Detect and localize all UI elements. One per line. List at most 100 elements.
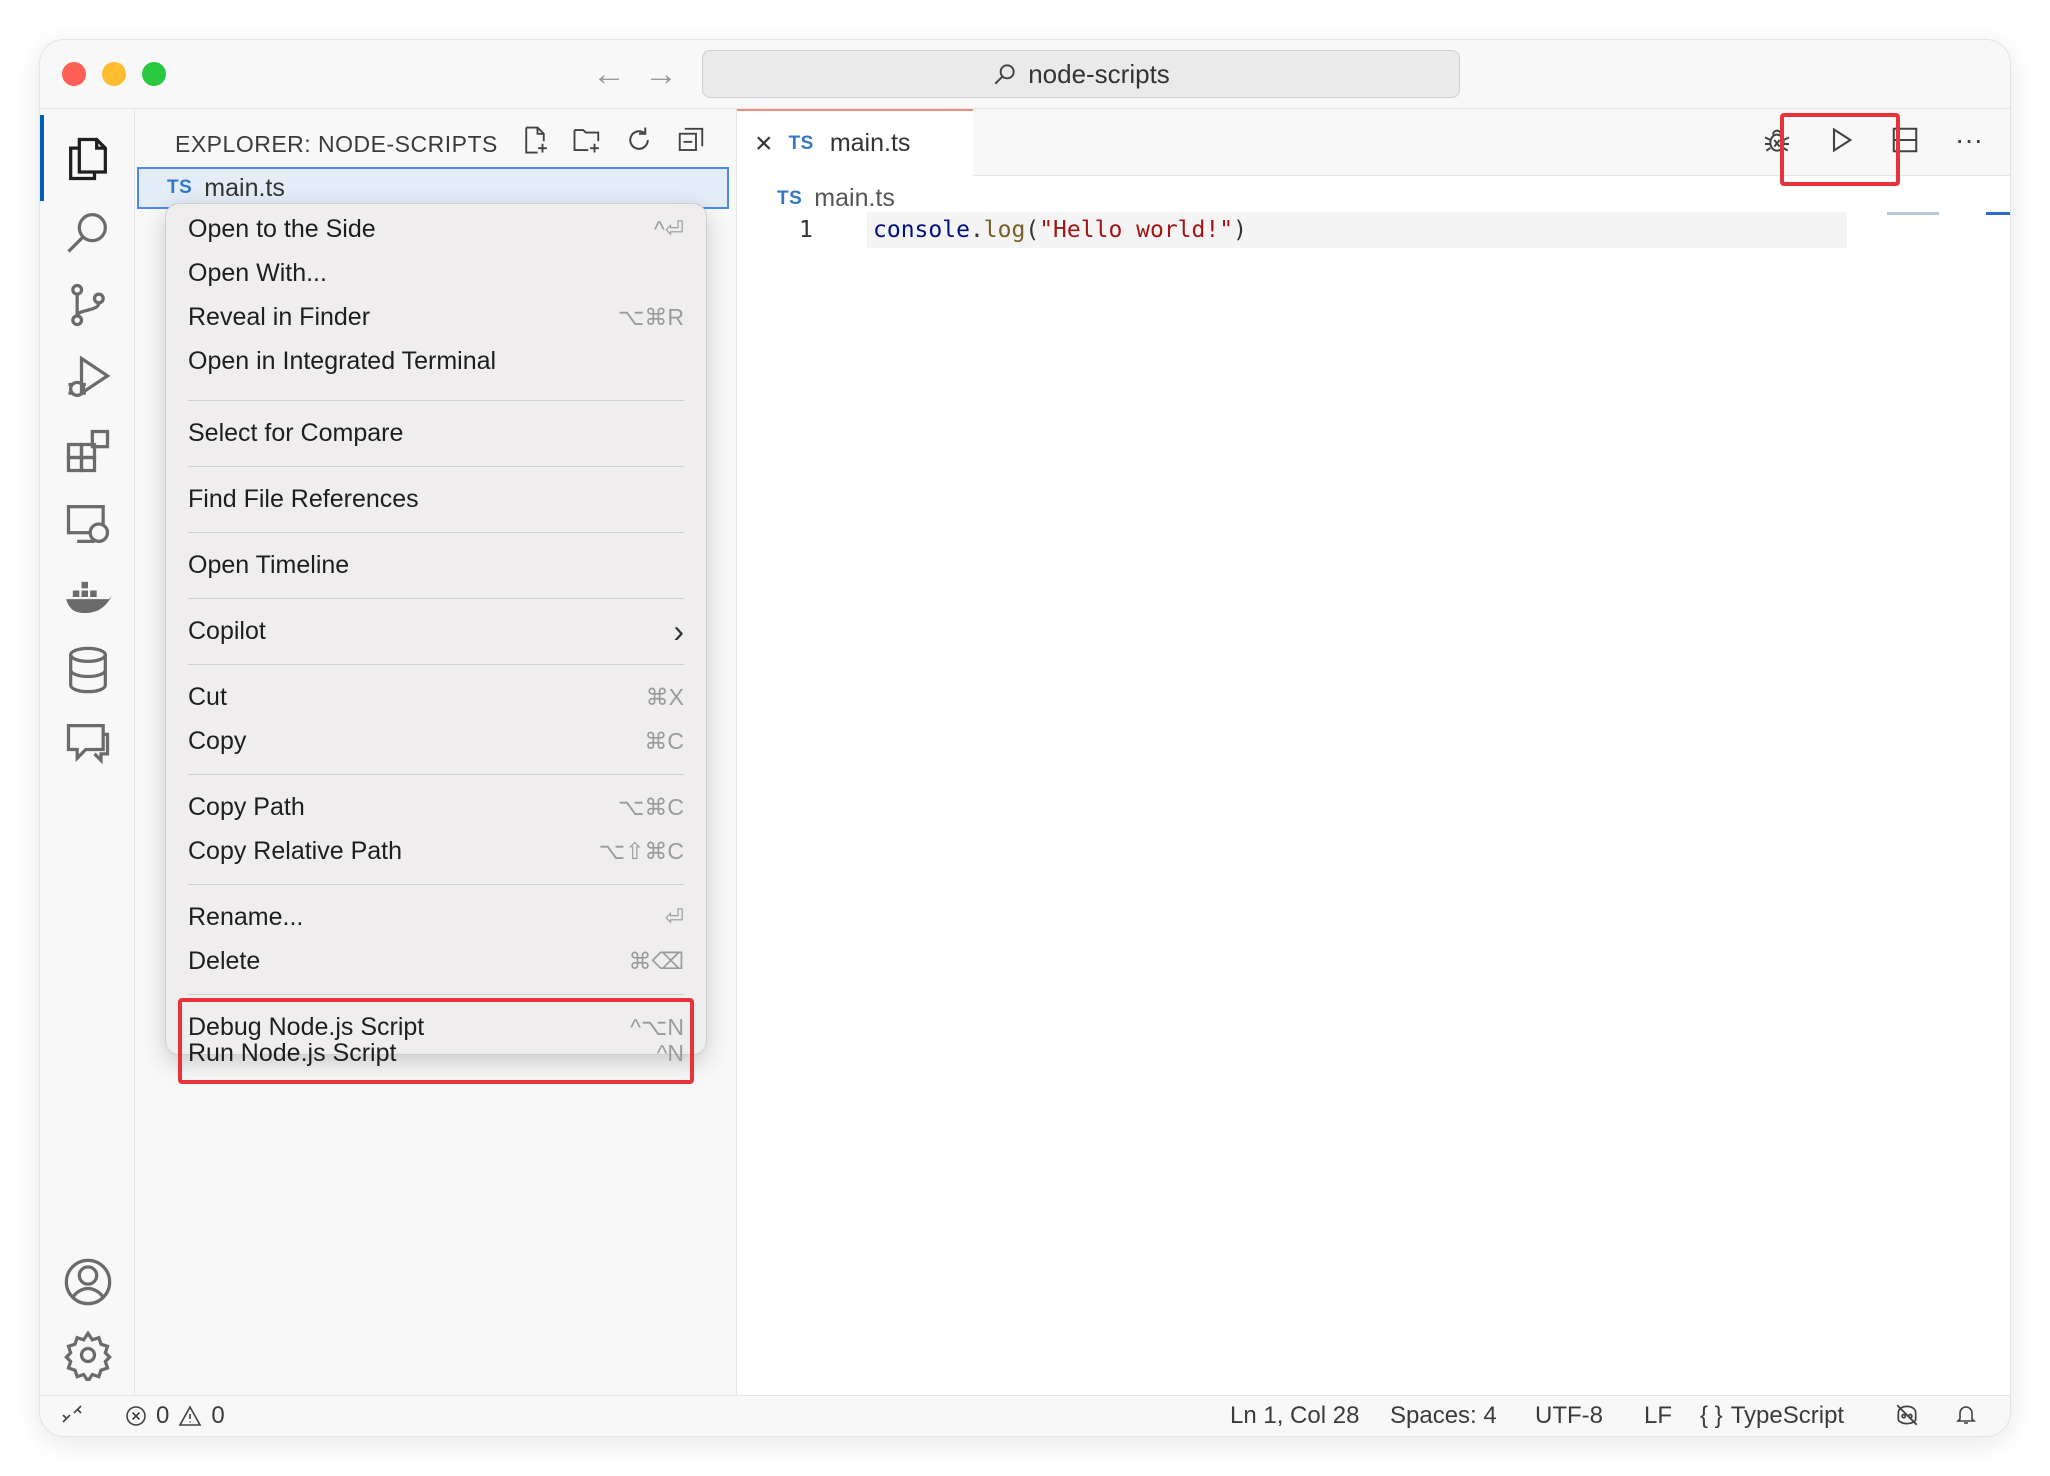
code-dot: . bbox=[969, 217, 984, 243]
menu-separator bbox=[188, 466, 684, 467]
menu-item-delete[interactable]: Delete ⌘⌫ bbox=[188, 944, 684, 978]
menu-item-label: Open Timeline bbox=[188, 550, 350, 579]
language-mode[interactable]: { } TypeScript bbox=[1700, 1402, 1844, 1430]
menu-item-copilot[interactable]: Copilot › bbox=[188, 613, 684, 649]
line-number: 1 bbox=[799, 217, 813, 243]
typescript-file-icon: TS bbox=[777, 187, 803, 209]
encoding[interactable]: UTF-8 bbox=[1535, 1402, 1603, 1430]
breadcrumb: TS main.ts bbox=[777, 184, 895, 213]
menu-item-open-timeline[interactable]: Open Timeline bbox=[188, 548, 684, 582]
explorer-title: EXPLORER: NODE-SCRIPTS bbox=[175, 131, 498, 157]
copilot-status[interactable] bbox=[1892, 1402, 1922, 1428]
collapse-all-icon[interactable] bbox=[674, 123, 708, 157]
vscode-window: ← → node-scripts EXPLORER: NODE-SCRIPTS … bbox=[40, 40, 2010, 1436]
end-of-line[interactable]: LF bbox=[1644, 1402, 1672, 1430]
menu-item-shortcut: ⌥⌘C bbox=[617, 793, 684, 820]
minimize-window-button[interactable] bbox=[102, 62, 126, 86]
title-bar: ← → node-scripts bbox=[40, 40, 2010, 109]
search-text: node-scripts bbox=[1028, 58, 1170, 89]
menu-item-label: Find File References bbox=[188, 484, 419, 513]
notifications[interactable] bbox=[1954, 1402, 1978, 1426]
typescript-file-icon: TS bbox=[788, 132, 814, 154]
warning-count: 0 bbox=[211, 1402, 225, 1429]
menu-item-shortcut: ⌥⌘R bbox=[617, 303, 684, 330]
tab-label: main.ts bbox=[829, 129, 911, 157]
search-icon[interactable] bbox=[60, 204, 116, 260]
menu-item-open-in-terminal[interactable]: Open in Integrated Terminal bbox=[188, 344, 684, 378]
refresh-icon[interactable] bbox=[622, 123, 656, 157]
split-editor-icon[interactable] bbox=[1886, 121, 1924, 159]
menu-item-shortcut: ⌘⌫ bbox=[628, 947, 684, 974]
editor-actions: ··· bbox=[1758, 121, 1988, 159]
docker-icon[interactable] bbox=[60, 569, 116, 625]
source-control-icon[interactable] bbox=[60, 277, 116, 333]
run-debug-icon[interactable] bbox=[60, 350, 116, 406]
menu-item-run-nodejs-script[interactable]: Run Node.js Script ^N bbox=[188, 1036, 684, 1070]
command-center-search[interactable]: node-scripts bbox=[702, 50, 1460, 98]
chat-icon[interactable] bbox=[60, 715, 116, 771]
error-icon bbox=[126, 1406, 146, 1426]
language-label: TypeScript bbox=[1730, 1402, 1845, 1429]
menu-item-shortcut: ⏎ bbox=[664, 903, 684, 930]
menu-item-shortcut: ^⏎ bbox=[653, 215, 684, 242]
code-open-paren: ( bbox=[1025, 217, 1040, 243]
scrollbar-indicator[interactable] bbox=[1986, 212, 2010, 215]
debug-file-bug-icon[interactable] bbox=[1758, 121, 1796, 159]
search-icon bbox=[994, 64, 1015, 85]
close-tab-icon[interactable]: × bbox=[755, 127, 773, 161]
menu-item-label: Copy Path bbox=[188, 792, 305, 821]
menu-item-shortcut: ^N bbox=[656, 1039, 684, 1066]
menu-item-open-with[interactable]: Open With... bbox=[188, 256, 684, 290]
copilot-disabled-icon bbox=[1896, 1404, 1918, 1426]
indentation[interactable]: Spaces: 4 bbox=[1390, 1402, 1497, 1430]
menu-separator bbox=[188, 884, 684, 885]
menu-item-copy-path[interactable]: Copy Path ⌥⌘C bbox=[188, 790, 684, 824]
menu-item-label: Delete bbox=[188, 946, 261, 975]
editor-area[interactable]: TS main.ts 1 console.log("Hello world!") bbox=[737, 176, 2010, 1395]
menu-item-rename[interactable]: Rename... ⏎ bbox=[188, 900, 684, 934]
remote-explorer-icon[interactable] bbox=[60, 496, 116, 552]
menu-item-cut[interactable]: Cut ⌘X bbox=[188, 680, 684, 714]
menu-item-label: Select for Compare bbox=[188, 418, 404, 447]
menu-separator bbox=[188, 664, 684, 665]
braces-icon: { } bbox=[1700, 1402, 1723, 1429]
menu-item-copy-relative-path[interactable]: Copy Relative Path ⌥⇧⌘C bbox=[188, 834, 684, 868]
more-actions-icon[interactable]: ··· bbox=[1950, 121, 1988, 159]
activity-bar bbox=[40, 109, 135, 1395]
menu-item-open-to-side[interactable]: Open to the Side ^⏎ bbox=[188, 212, 684, 246]
settings-gear-icon[interactable] bbox=[60, 1327, 116, 1383]
new-file-icon[interactable] bbox=[518, 123, 552, 157]
code-line[interactable]: console.log("Hello world!") bbox=[873, 212, 1247, 248]
run-file-play-icon[interactable] bbox=[1822, 121, 1860, 159]
code-function: log bbox=[983, 217, 1026, 243]
minimap[interactable] bbox=[1887, 212, 1939, 215]
close-window-button[interactable] bbox=[62, 62, 86, 86]
remote-indicator[interactable] bbox=[60, 1402, 84, 1426]
forward-arrow-icon[interactable]: → bbox=[644, 54, 678, 94]
explorer-actions bbox=[518, 123, 708, 157]
problems-indicator[interactable]: 0 0 bbox=[124, 1402, 225, 1430]
breadcrumb-file[interactable]: main.ts bbox=[814, 184, 895, 213]
tab-main-ts[interactable]: × TS main.ts bbox=[737, 109, 973, 176]
menu-item-find-file-references[interactable]: Find File References bbox=[188, 482, 684, 516]
menu-item-shortcut: ⌘X bbox=[645, 683, 684, 710]
extensions-icon[interactable] bbox=[60, 423, 116, 479]
menu-item-label: Rename... bbox=[188, 902, 304, 931]
zoom-window-button[interactable] bbox=[142, 62, 166, 86]
active-indicator bbox=[40, 115, 44, 201]
account-icon[interactable] bbox=[60, 1254, 116, 1310]
new-folder-icon[interactable] bbox=[570, 123, 604, 157]
menu-separator bbox=[188, 994, 684, 995]
menu-separator bbox=[188, 774, 684, 775]
back-arrow-icon[interactable]: ← bbox=[592, 54, 626, 94]
explorer-icon[interactable] bbox=[60, 131, 116, 187]
menu-item-shortcut: ⌘C bbox=[644, 727, 684, 754]
menu-item-select-for-compare[interactable]: Select for Compare bbox=[188, 416, 684, 450]
context-menu: Open to the Side ^⏎ Open With... Reveal … bbox=[165, 203, 707, 1055]
menu-item-copy[interactable]: Copy ⌘C bbox=[188, 724, 684, 758]
cursor-position[interactable]: Ln 1, Col 28 bbox=[1230, 1402, 1359, 1430]
code-string: "Hello world!" bbox=[1039, 217, 1234, 243]
file-name: main.ts bbox=[204, 173, 285, 202]
menu-item-reveal-in-finder[interactable]: Reveal in Finder ⌥⌘R bbox=[188, 300, 684, 334]
database-icon[interactable] bbox=[60, 642, 116, 698]
